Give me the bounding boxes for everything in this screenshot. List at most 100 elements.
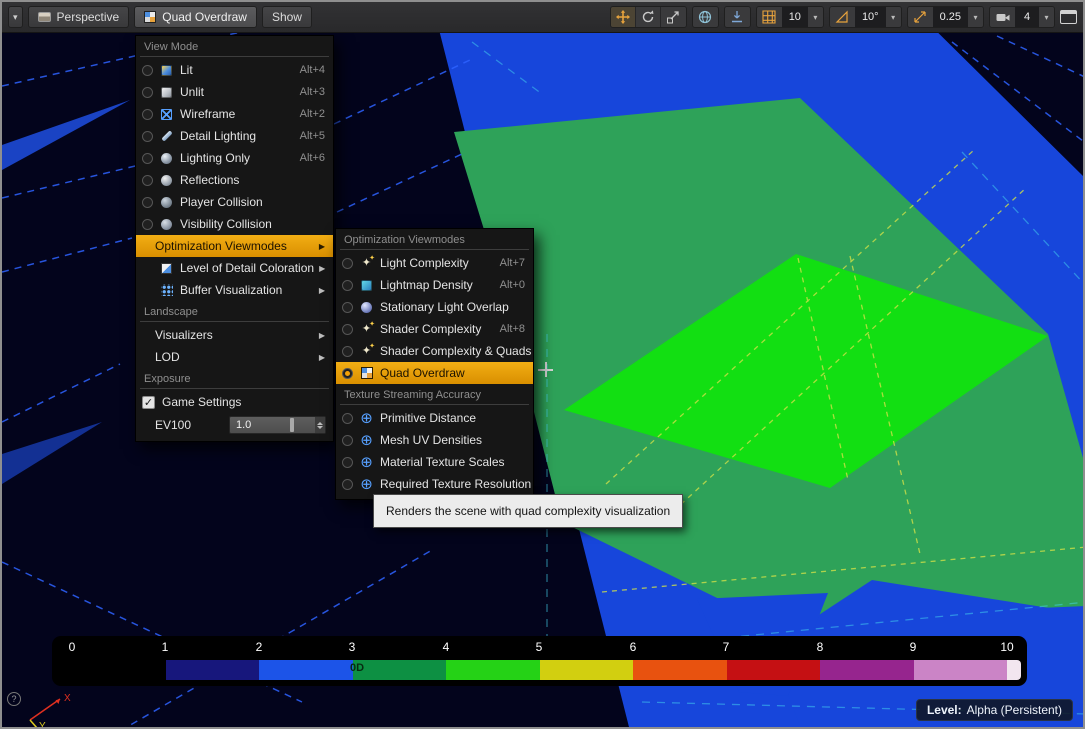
camera-speed-dropdown[interactable]: ▾: [1039, 7, 1054, 27]
menu-item-visualizers[interactable]: Visualizers ▶: [136, 324, 333, 346]
menu-item-player-collision[interactable]: Player Collision: [136, 191, 333, 213]
ev100-spin-arrows[interactable]: [315, 417, 325, 433]
menu-item-label: Primitive Distance: [380, 411, 476, 425]
material-texture-scales-icon: [358, 454, 375, 470]
menu-item-lighting-only[interactable]: Lighting Only Alt+6: [136, 147, 333, 169]
menu-item-label: Quad Overdraw: [380, 366, 465, 380]
grid-snap-dropdown[interactable]: ▾: [808, 7, 823, 27]
menu-item-shortcut: Alt+0: [500, 279, 525, 291]
axis-x-label: X: [64, 693, 71, 704]
menu-item-level-of-detail-coloration[interactable]: Level of Detail Coloration ▶: [136, 257, 333, 279]
scale-snap-value[interactable]: 0.25: [933, 7, 968, 27]
menu-item-label: Lighting Only: [180, 151, 250, 165]
axis-y-label: Y: [39, 721, 46, 729]
menu-item-detail-lighting[interactable]: Detail Lighting Alt+5: [136, 125, 333, 147]
camera-speed-button[interactable]: [990, 7, 1015, 27]
scale-snap-toggle[interactable]: [908, 7, 933, 27]
menu-item-shader-complexity[interactable]: Shader Complexity Alt+8: [336, 318, 533, 340]
divider: [140, 321, 329, 322]
menu-item-visibility-collision[interactable]: Visibility Collision: [136, 213, 333, 235]
menu-item-unlit[interactable]: Unlit Alt+3: [136, 81, 333, 103]
primitive-distance-icon: [358, 410, 375, 426]
menu-item-wireframe[interactable]: Wireframe Alt+2: [136, 103, 333, 125]
submenu-header: Optimization Viewmodes: [336, 229, 533, 248]
menu-item-label: Lit: [180, 63, 193, 77]
shader-complexity-quads-icon: [358, 343, 375, 359]
menu-item-quad-overdraw[interactable]: Quad Overdraw: [336, 362, 533, 384]
divider: [340, 404, 529, 405]
rotation-snap-dropdown[interactable]: ▾: [886, 7, 901, 27]
rotate-icon: [640, 9, 656, 25]
scale-icon: [665, 9, 681, 25]
rotation-snap-value[interactable]: 10°: [855, 7, 886, 27]
rotate-tool-button[interactable]: [636, 7, 661, 27]
level-badge: Level: Alpha (Persistent): [916, 699, 1073, 721]
menu-item-primitive-distance[interactable]: Primitive Distance: [336, 407, 533, 429]
menu-item-stationary-light-overlap[interactable]: Stationary Light Overlap: [336, 296, 533, 318]
menu-item-shader-complexity-quads[interactable]: Shader Complexity & Quads: [336, 340, 533, 362]
rotation-snap-toggle[interactable]: [830, 7, 855, 27]
radio-icon: [142, 87, 153, 98]
coordinate-system-button[interactable]: [692, 6, 719, 28]
legend-tick: 9: [910, 640, 917, 654]
menu-item-shortcut: Alt+7: [500, 257, 525, 269]
scale-tool-button[interactable]: [661, 7, 686, 27]
radio-icon: [342, 413, 353, 424]
show-button[interactable]: Show: [262, 6, 312, 28]
perspective-button[interactable]: Perspective: [28, 6, 130, 28]
grid-snap-control: 10 ▾: [756, 6, 824, 28]
submenu-arrow-icon: ▶: [319, 353, 325, 362]
radio-icon: [342, 280, 353, 291]
camera-icon: [995, 9, 1011, 25]
viewport-options-button[interactable]: ▾: [8, 6, 23, 28]
menu-item-material-texture-scales[interactable]: Material Texture Scales: [336, 451, 533, 473]
level-value: Alpha (Persistent): [967, 703, 1062, 717]
menu-item-label: Optimization Viewmodes: [155, 239, 287, 253]
menu-item-label: Buffer Visualization: [180, 283, 282, 297]
menu-item-reflections[interactable]: Reflections: [136, 169, 333, 191]
radio-selected-icon: [342, 368, 353, 379]
legend-segment: [914, 660, 1008, 680]
overdraw-legend: 0 1 2 3 4 5 6 7 8 9 10 0D: [52, 636, 1027, 686]
ev100-spinbox[interactable]: 1.0: [229, 416, 326, 434]
grid-snap-toggle[interactable]: [757, 7, 782, 27]
help-icon[interactable]: ?: [7, 692, 21, 706]
quad-overdraw-icon: [361, 367, 373, 379]
menu-item-label: Lightmap Density: [380, 278, 473, 292]
reflections-icon: [161, 175, 172, 186]
legend-segment: [633, 660, 727, 680]
legend-tick: 0: [69, 640, 76, 654]
menu-item-lightmap-density[interactable]: Lightmap Density Alt+0: [336, 274, 533, 296]
ev100-slider-handle[interactable]: [290, 418, 294, 432]
camera-speed-value[interactable]: 4: [1015, 7, 1039, 27]
game-settings-checkbox[interactable]: [142, 396, 155, 409]
move-tool-button[interactable]: [611, 7, 636, 27]
scale-snap-dropdown[interactable]: ▾: [968, 7, 983, 27]
legend-color-band: [72, 660, 1007, 680]
camera-speed-control: 4 ▾: [989, 6, 1055, 28]
menu-item-mesh-uv-densities[interactable]: Mesh UV Densities: [336, 429, 533, 451]
radio-icon: [142, 131, 153, 142]
menu-item-label: Wireframe: [180, 107, 235, 121]
menu-item-required-texture-resolution[interactable]: Required Texture Resolution: [336, 473, 533, 495]
maximize-viewport-button[interactable]: [1060, 10, 1077, 24]
view-mode-button[interactable]: Quad Overdraw: [134, 6, 257, 28]
radio-icon: [142, 197, 153, 208]
legend-tick: 1: [162, 640, 169, 654]
menu-item-buffer-visualization[interactable]: Buffer Visualization ▶: [136, 279, 333, 301]
menu-item-optimization-viewmodes[interactable]: Optimization Viewmodes ▶: [136, 235, 333, 257]
visibility-collision-icon: [161, 219, 172, 230]
grid-snap-value[interactable]: 10: [782, 7, 808, 27]
ev100-value: 1.0: [230, 419, 251, 431]
menu-item-lit[interactable]: Lit Alt+4: [136, 59, 333, 81]
radio-icon: [142, 219, 153, 230]
legend-tick: 10: [1000, 640, 1013, 654]
view-mode-menu: View Mode Lit Alt+4 Unlit Alt+3 Wirefram…: [135, 35, 334, 442]
menu-item-light-complexity[interactable]: Light Complexity Alt+7: [336, 252, 533, 274]
stationary-light-overlap-icon: [361, 302, 372, 313]
menu-item-lod[interactable]: LOD ▶: [136, 346, 333, 368]
surface-snapping-button[interactable]: [724, 6, 751, 28]
lighting-only-icon: [161, 153, 172, 164]
menu-header-landscape: Landscape: [136, 301, 333, 320]
radio-icon: [342, 302, 353, 313]
